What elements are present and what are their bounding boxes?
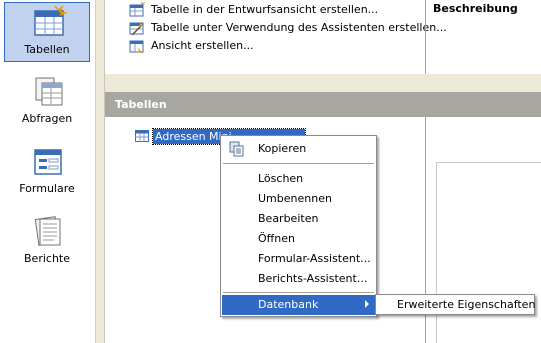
task-label: Ansicht erstellen... bbox=[151, 39, 254, 52]
menu-item-label: Öffnen bbox=[258, 232, 295, 245]
table-icon bbox=[135, 130, 149, 142]
menu-item-database[interactable]: Datenbank bbox=[222, 295, 375, 315]
menu-item-open[interactable]: Öffnen bbox=[222, 229, 375, 249]
submenu-arrow-icon bbox=[365, 300, 369, 308]
menu-separator bbox=[223, 163, 374, 164]
nav-item-queries[interactable]: Abfragen bbox=[4, 72, 90, 132]
menu-item-label: Formular-Assistent... bbox=[258, 252, 371, 265]
menu-item-label: Kopieren bbox=[258, 142, 307, 155]
preview-pane bbox=[436, 162, 541, 343]
menu-item-label: Erweiterte Eigenschaften bbox=[397, 298, 536, 311]
table-design-icon bbox=[129, 2, 145, 17]
menu-item-label: Datenbank bbox=[258, 298, 319, 311]
nav-item-label: Berichte bbox=[24, 252, 70, 265]
menu-item-form-wizard[interactable]: Formular-Assistent... bbox=[222, 249, 375, 269]
description-title: Beschreibung bbox=[433, 2, 518, 15]
section-header: Tabellen bbox=[105, 92, 541, 117]
menu-separator bbox=[223, 292, 374, 293]
nav-item-label: Formulare bbox=[19, 182, 75, 195]
navigation-pane: Tabellen Abfragen Formulare Berichte bbox=[0, 0, 96, 343]
menu-item-rename[interactable]: Umbenennen bbox=[222, 189, 375, 209]
reports-icon bbox=[34, 216, 61, 246]
queries-icon bbox=[35, 77, 63, 106]
menu-item-edit[interactable]: Bearbeiten bbox=[222, 209, 375, 229]
tables-icon bbox=[34, 5, 67, 36]
menu-item-advanced-properties[interactable]: Erweiterte Eigenschaften bbox=[376, 295, 536, 314]
menu-item-label: Bearbeiten bbox=[258, 212, 319, 225]
nav-item-tables[interactable]: Tabellen bbox=[4, 2, 90, 62]
divider bbox=[425, 0, 426, 74]
splitter[interactable] bbox=[96, 0, 105, 343]
forms-icon bbox=[34, 149, 62, 175]
menu-item-label: Löschen bbox=[258, 172, 304, 185]
menu-item-report-wizard[interactable]: Berichts-Assistent... bbox=[222, 269, 375, 289]
menu-item-label: Umbenennen bbox=[258, 192, 332, 205]
task-label: Tabelle in der Entwurfsansicht erstellen… bbox=[151, 3, 379, 16]
menu-item-delete[interactable]: Löschen bbox=[222, 169, 375, 189]
task-label: Tabelle unter Verwendung des Assistenten… bbox=[151, 21, 447, 34]
menu-item-copy[interactable]: Kopieren bbox=[222, 139, 375, 159]
copy-icon bbox=[229, 141, 244, 157]
nav-item-label: Tabellen bbox=[24, 43, 70, 56]
nav-item-label: Abfragen bbox=[21, 112, 73, 125]
nav-item-reports[interactable]: Berichte bbox=[4, 212, 90, 272]
submenu: Erweiterte Eigenschaften bbox=[375, 294, 535, 315]
nav-item-forms[interactable]: Formulare bbox=[4, 142, 90, 202]
view-create-icon bbox=[129, 40, 144, 53]
menu-item-label: Berichts-Assistent... bbox=[258, 272, 368, 285]
splitter bbox=[105, 74, 541, 92]
table-wizard-icon bbox=[129, 22, 144, 36]
context-menu: Kopieren Löschen Umbenennen Bearbeiten Ö… bbox=[220, 135, 377, 317]
